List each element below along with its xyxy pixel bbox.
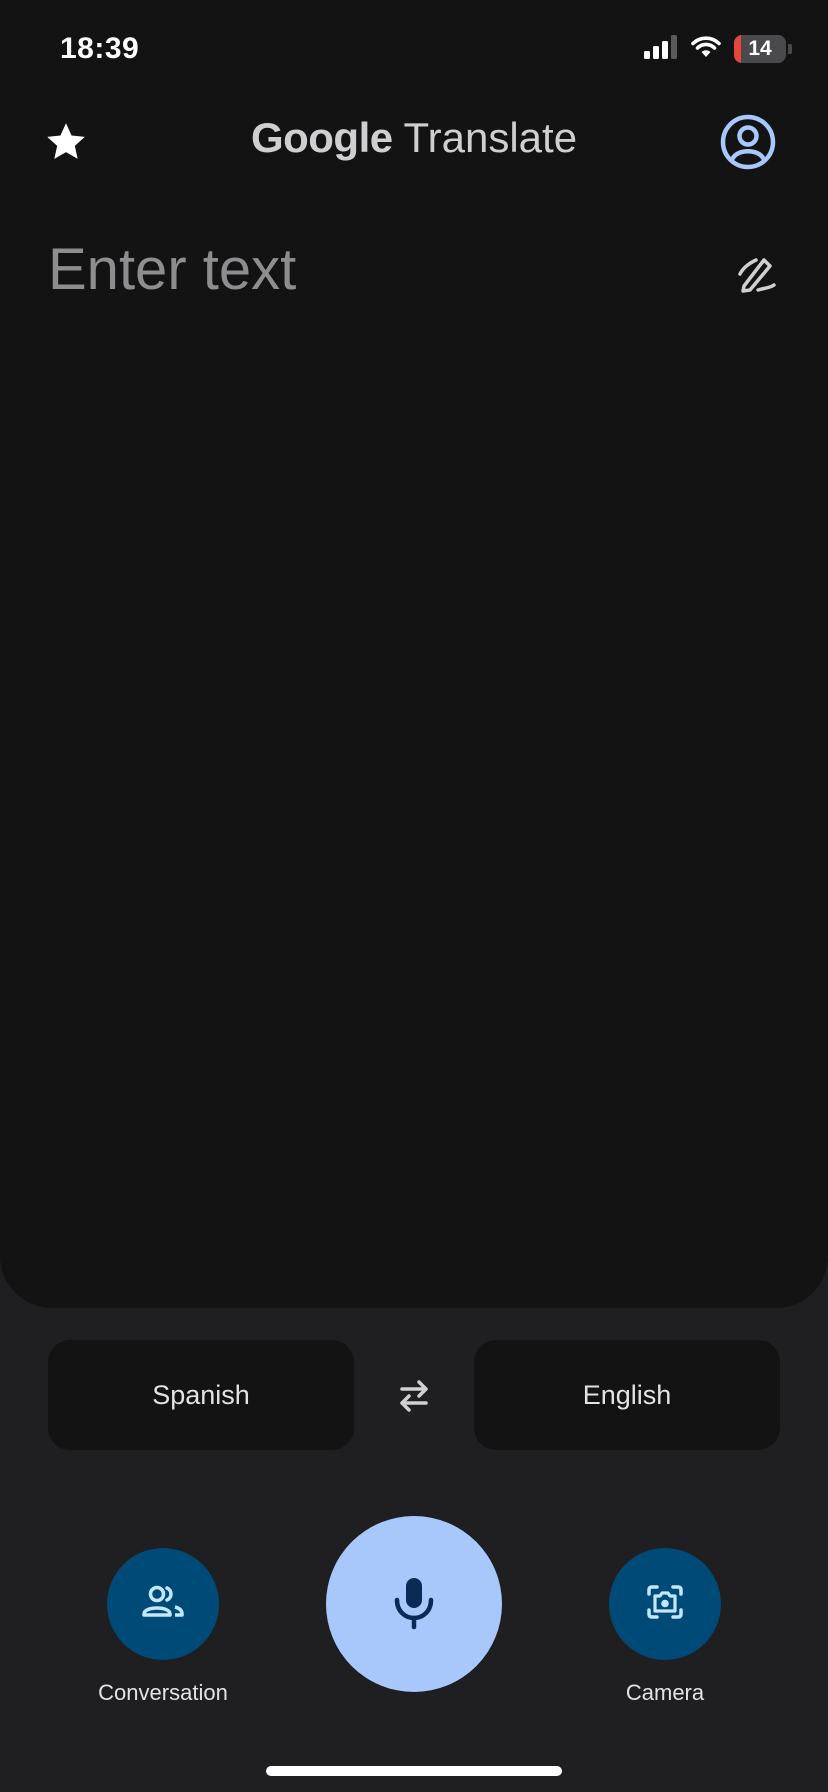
voice-input-button[interactable] (326, 1516, 502, 1692)
wifi-icon (690, 35, 722, 64)
people-icon (139, 1578, 187, 1631)
handwriting-icon (734, 258, 778, 300)
source-language-button[interactable]: Spanish (48, 1340, 354, 1450)
home-indicator (266, 1766, 562, 1776)
input-card (0, 0, 828, 1308)
status-time: 18:39 (60, 32, 140, 65)
camera-label: Camera (625, 1680, 705, 1705)
camera-lens-icon (641, 1578, 689, 1631)
screen: 18:39 14 Google Translate Enter text Spa… (0, 0, 828, 1792)
battery-nub (788, 44, 792, 54)
conversation-label: Conversation (98, 1680, 228, 1705)
swap-languages-button[interactable] (390, 1372, 438, 1420)
handwriting-button[interactable] (734, 252, 778, 296)
account-circle-icon (718, 114, 778, 176)
cellular-signal-icon (644, 34, 678, 64)
target-language-label: English (582, 1379, 672, 1410)
account-button[interactable] (718, 112, 778, 172)
camera-button[interactable] (609, 1548, 721, 1660)
target-language-button[interactable]: English (474, 1340, 780, 1450)
app-title: Google Translate (0, 114, 828, 162)
battery-fill (734, 35, 742, 63)
title-brand: Google (250, 114, 393, 161)
battery-level: 14 (748, 37, 772, 60)
text-input-area (48, 236, 688, 316)
microphone-icon (384, 1572, 444, 1637)
battery-indicator: 14 (734, 35, 786, 63)
status-bar: 18:39 14 (0, 0, 828, 100)
conversation-button[interactable] (107, 1548, 219, 1660)
source-text-input[interactable] (48, 236, 688, 316)
swap-arrows-icon (390, 1380, 438, 1424)
status-icons: 14 (644, 34, 792, 64)
title-product: Translate (403, 114, 578, 161)
app-header: Google Translate (0, 100, 828, 184)
source-language-label: Spanish (152, 1379, 250, 1410)
